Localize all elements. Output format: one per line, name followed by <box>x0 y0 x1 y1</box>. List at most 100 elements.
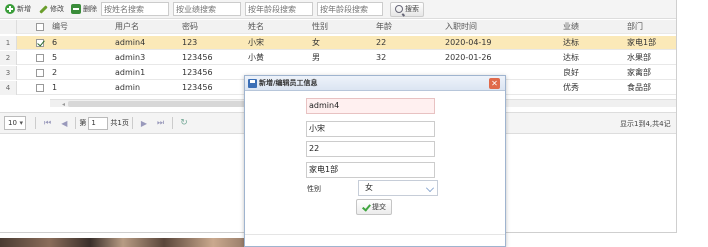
cell-password: 123456 <box>182 53 213 62</box>
search-button-label: 搜索 <box>405 5 419 13</box>
cell-department: 家电1部 <box>627 38 657 47</box>
cell-username: admin1 <box>115 68 146 77</box>
department-field[interactable]: 家电1部 <box>306 162 435 178</box>
row-checkbox[interactable] <box>36 39 44 47</box>
cell-department: 家禽部 <box>627 68 651 77</box>
gender-select[interactable]: 女 <box>358 180 438 196</box>
column-header-hire-date[interactable]: 入职时间 <box>445 20 477 34</box>
first-page-icon[interactable]: ⏮ <box>44 118 51 128</box>
add-button[interactable]: 新增 <box>2 1 34 17</box>
add-icon <box>5 4 15 14</box>
page-prefix-label: 第 <box>79 119 87 127</box>
row-number: 3 <box>0 66 17 80</box>
toolbar: 新增 修改 删除 搜索 <box>0 0 676 19</box>
cell-hire-date: 2020-01-26 <box>445 53 492 62</box>
cell-department: 水果部 <box>627 53 651 62</box>
name-field[interactable]: 小宋 <box>306 121 435 137</box>
refresh-icon[interactable]: ↻ <box>180 118 188 128</box>
gender-label: 性别 <box>307 185 321 193</box>
delete-label: 删除 <box>83 5 97 13</box>
employee-edit-dialog: 新增/编辑员工信息 ✕ admin4 小宋 22 家电1部 性别 女 提交 <box>244 75 506 247</box>
gender-value: 女 <box>365 183 373 192</box>
row-checkbox[interactable] <box>36 69 44 77</box>
page-size-select[interactable]: 10 <box>4 116 26 130</box>
rownum-header <box>0 20 17 34</box>
row-number: 4 <box>0 81 17 95</box>
column-header-performance[interactable]: 业绩 <box>563 20 579 34</box>
pager-divider <box>172 117 174 129</box>
pager-divider <box>131 117 133 129</box>
pencil-icon <box>38 4 48 14</box>
column-header-username[interactable]: 用户名 <box>115 20 139 34</box>
cell-performance: 优秀 <box>563 83 579 92</box>
column-header-password[interactable]: 密码 <box>182 20 198 34</box>
check-icon <box>362 203 370 211</box>
search-age-max-input[interactable] <box>317 2 383 16</box>
cell-id: 5 <box>52 53 58 62</box>
dialog-title: 新增/编辑员工信息 <box>259 79 318 87</box>
row-number: 1 <box>0 36 17 50</box>
cell-name: 小宋 <box>248 38 264 47</box>
row-checkbox[interactable] <box>36 84 44 92</box>
scroll-left-icon[interactable]: ◂ <box>62 101 65 108</box>
search-icon <box>395 5 403 13</box>
next-page-icon[interactable]: ▶ <box>141 119 147 128</box>
cell-department: 食品部 <box>627 83 651 92</box>
submit-label: 提交 <box>372 203 386 211</box>
search-button[interactable]: 搜索 <box>390 1 424 17</box>
cell-performance: 达标 <box>563 53 579 62</box>
chevron-down-icon <box>426 184 434 192</box>
select-all-checkbox[interactable] <box>36 23 44 31</box>
cell-id: 2 <box>52 68 58 77</box>
cell-username: admin3 <box>115 53 146 62</box>
column-header-gender[interactable]: 性别 <box>312 20 328 34</box>
page-total-label: 共1页 <box>110 119 129 127</box>
column-header-age[interactable]: 年龄 <box>376 20 392 34</box>
cell-age: 32 <box>376 53 387 62</box>
pager-info: 显示1到4,共4记 <box>620 120 671 128</box>
cell-password: 123 <box>182 38 198 47</box>
cell-name: 小黄 <box>248 53 264 62</box>
column-header-id[interactable]: 编号 <box>52 20 68 34</box>
cell-username: admin4 <box>115 38 146 47</box>
row-number: 2 <box>0 51 17 65</box>
cell-age: 22 <box>376 38 387 47</box>
dialog-titlebar[interactable]: 新增/编辑员工信息 ✕ <box>245 76 505 91</box>
delete-button[interactable]: 删除 <box>68 1 100 17</box>
edit-button[interactable]: 修改 <box>35 1 67 17</box>
panel-right-border <box>676 0 677 232</box>
pager-divider <box>35 117 36 129</box>
row-checkbox[interactable] <box>36 54 44 62</box>
remove-icon <box>71 4 81 14</box>
cell-hire-date: 2020-04-19 <box>445 38 492 47</box>
column-header-department[interactable]: 部门 <box>627 20 643 34</box>
search-name-input[interactable] <box>101 2 169 16</box>
cell-password: 123456 <box>182 83 213 92</box>
close-button[interactable]: ✕ <box>489 78 500 89</box>
dialog-footer <box>245 234 505 246</box>
last-page-icon[interactable]: ⏭ <box>157 118 164 128</box>
username-field[interactable]: admin4 <box>306 98 435 114</box>
search-performance-input[interactable] <box>173 2 241 16</box>
save-icon <box>248 78 257 88</box>
pager-divider <box>75 117 77 129</box>
grid-header: 编号 用户名 密码 姓名 性别 年龄 入职时间 业绩 部门 <box>0 20 676 34</box>
edit-label: 修改 <box>50 5 64 13</box>
cell-password: 123456 <box>182 68 213 77</box>
column-header-name[interactable]: 姓名 <box>248 20 264 34</box>
cell-id: 1 <box>52 83 58 92</box>
cell-gender: 男 <box>312 53 320 62</box>
page-number-input[interactable]: 1 <box>88 116 109 130</box>
table-row[interactable]: 2 5 admin3 123456 小黄 男 32 2020-01-26 达标 … <box>0 51 676 65</box>
submit-button[interactable]: 提交 <box>356 199 392 215</box>
cell-performance: 良好 <box>563 68 579 77</box>
add-label: 新增 <box>17 5 31 13</box>
cell-username: admin <box>115 83 141 92</box>
table-row[interactable]: 1 6 admin4 123 小宋 女 22 2020-04-19 达标 家电1… <box>0 36 676 50</box>
age-field[interactable]: 22 <box>306 141 435 157</box>
cell-performance: 达标 <box>563 38 579 47</box>
search-age-min-input[interactable] <box>245 2 313 16</box>
cell-id: 6 <box>52 38 58 47</box>
cell-gender: 女 <box>312 38 320 47</box>
prev-page-icon[interactable]: ◀ <box>61 119 67 128</box>
